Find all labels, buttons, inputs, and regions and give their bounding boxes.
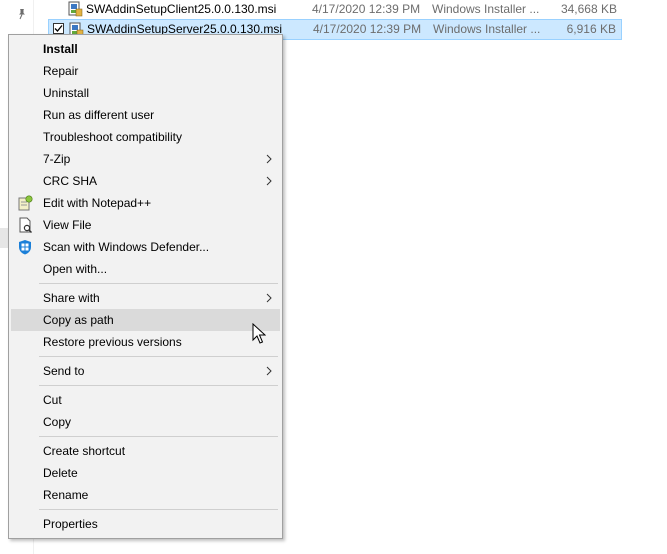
menu-item-label: 7-Zip (43, 152, 71, 166)
navigation-selection (0, 228, 8, 248)
menu-item-copy-as-path[interactable]: Copy as path (11, 309, 280, 331)
menu-item-label: Copy as path (43, 313, 114, 327)
file-size: 34,668 KB (560, 2, 617, 16)
menu-item-label: CRC SHA (43, 174, 98, 188)
menu-item-copy[interactable]: Copy (11, 411, 280, 433)
menu-item-label: Send to (43, 364, 85, 378)
windows-defender-icon (19, 240, 31, 255)
file-date: 4/17/2020 12:39 PM (313, 22, 422, 36)
context-menu: Install Repair Uninstall Run as differen… (8, 34, 283, 539)
menu-item-label: Scan with Windows Defender... (43, 240, 210, 254)
pin-icon[interactable] (16, 8, 28, 20)
menu-item-share-with[interactable]: Share with (11, 287, 280, 309)
view-file-icon (19, 217, 32, 233)
menu-item-label: Delete (43, 466, 78, 480)
mouse-pointer-icon (252, 323, 266, 344)
file-type: Windows Installer ... (433, 22, 541, 36)
menu-item-label: Install (43, 42, 78, 56)
menu-item-label: Open with... (43, 262, 108, 276)
menu-item-uninstall[interactable]: Uninstall (11, 82, 280, 104)
item-checkbox[interactable] (53, 23, 64, 34)
menu-item-label: Rename (43, 488, 89, 502)
menu-separator (39, 356, 278, 357)
menu-item-send-to[interactable]: Send to (11, 360, 280, 382)
menu-item-label: Restore previous versions (43, 335, 182, 349)
file-date: 4/17/2020 12:39 PM (312, 2, 421, 16)
menu-item-create-shortcut[interactable]: Create shortcut (11, 440, 280, 462)
file-type: Windows Installer ... (432, 2, 540, 16)
menu-item-run-as-different-user[interactable]: Run as different user (11, 104, 280, 126)
file-size: 6,916 KB (566, 22, 616, 36)
menu-item-label: Copy (43, 415, 72, 429)
menu-separator (39, 509, 278, 510)
menu-item-label: Properties (43, 517, 98, 531)
notepad-plus-plus-icon (18, 195, 33, 211)
menu-separator (39, 283, 278, 284)
menu-item-restore-previous-versions[interactable]: Restore previous versions (11, 331, 280, 353)
menu-item-repair[interactable]: Repair (11, 60, 280, 82)
menu-item-cut[interactable]: Cut (11, 389, 280, 411)
menu-separator (39, 436, 278, 437)
menu-item-label: Troubleshoot compatibility (43, 130, 182, 144)
chevron-right-icon (266, 176, 272, 186)
menu-item-properties[interactable]: Properties (11, 513, 280, 535)
menu-item-rename[interactable]: Rename (11, 484, 280, 506)
chevron-right-icon (266, 366, 272, 376)
chevron-right-icon (266, 154, 272, 164)
file-name: SWAddinSetupClient25.0.0.130.msi (86, 2, 277, 16)
menu-item-label: Edit with Notepad++ (43, 196, 152, 210)
menu-item-label: View File (43, 218, 92, 232)
menu-item-label: Repair (43, 64, 79, 78)
menu-item-label: Create shortcut (43, 444, 126, 458)
menu-item-troubleshoot-compatibility[interactable]: Troubleshoot compatibility (11, 126, 280, 148)
menu-item-scan-windows-defender[interactable]: Scan with Windows Defender... (11, 236, 280, 258)
menu-item-crc-sha[interactable]: CRC SHA (11, 170, 280, 192)
menu-item-open-with[interactable]: Open with... (11, 258, 280, 280)
menu-item-label: Run as different user (43, 108, 155, 122)
menu-item-7zip[interactable]: 7-Zip (11, 148, 280, 170)
menu-item-install[interactable]: Install (11, 38, 280, 60)
msi-installer-icon (68, 1, 83, 17)
menu-item-delete[interactable]: Delete (11, 462, 280, 484)
menu-item-label: Share with (43, 291, 100, 305)
menu-item-label: Cut (43, 393, 62, 407)
chevron-right-icon (266, 293, 272, 303)
menu-item-label: Uninstall (43, 86, 90, 100)
menu-item-edit-with-notepad[interactable]: Edit with Notepad++ (11, 192, 280, 214)
menu-separator (39, 385, 278, 386)
menu-item-view-file[interactable]: View File (11, 214, 280, 236)
file-row[interactable]: SWAddinSetupClient25.0.0.130.msi 4/17/20… (48, 0, 622, 20)
